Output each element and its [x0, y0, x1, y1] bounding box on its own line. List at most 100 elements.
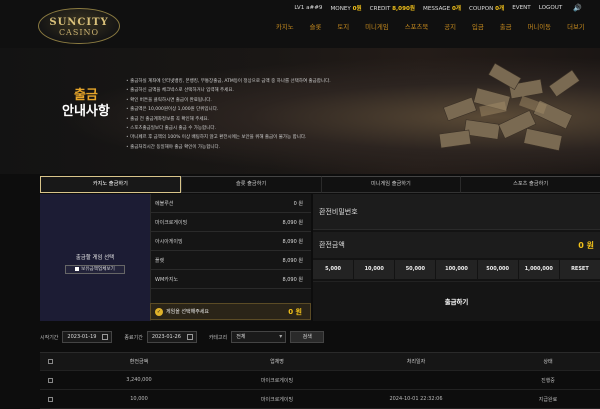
- cell-status: 지급완료: [538, 396, 558, 403]
- message-link[interactable]: MESSAGE 0개: [423, 4, 461, 12]
- game-name: 에볼루션: [155, 200, 174, 207]
- search-button[interactable]: 검색: [290, 331, 325, 343]
- quick-amount-button[interactable]: 1,000,000: [518, 260, 559, 279]
- game-name: 플렛: [155, 257, 165, 264]
- chevron-down-icon: ▾: [279, 333, 283, 340]
- speaker-icon[interactable]: 🔊: [573, 4, 582, 12]
- selected-game-label: 게임을 선택해주세요: [166, 309, 209, 315]
- category-select[interactable]: 전체 ▾: [231, 331, 287, 343]
- withdraw-button[interactable]: 출금하기: [313, 281, 600, 321]
- notice-item: 스포츠출금일보다 출금시 출금 수 가능합니다.: [126, 124, 331, 133]
- coin-icon: ✓: [155, 307, 163, 316]
- col-amount: 환전금액: [129, 359, 149, 365]
- money-pile-image: [438, 62, 580, 151]
- withdraw-form: 환전비밀번호 환전금액 0 원 5,000 10,000 50,000 100,…: [313, 194, 600, 321]
- tab-casino[interactable]: 카지노 출금하기: [40, 176, 181, 193]
- cell-date: 2024-10-01 22:32:06: [389, 396, 443, 402]
- quick-amount-buttons: 5,000 10,000 50,000 100,000 500,000 1,00…: [313, 260, 600, 279]
- event-link[interactable]: EVENT: [512, 5, 531, 11]
- nav-item[interactable]: 미니게임: [357, 20, 397, 34]
- header: SUNCITY CASINO LV1 a##9 MONEY 0원 CREDIT …: [0, 0, 600, 48]
- password-label: 환전비밀번호: [319, 208, 358, 216]
- page: SUNCITY CASINO LV1 a##9 MONEY 0원 CREDIT …: [0, 0, 600, 409]
- tab-minigame[interactable]: 미니게임 출금하기: [320, 176, 461, 193]
- nav-item[interactable]: 입금: [464, 20, 492, 34]
- notice-item: 출금하신 금액을 체크박스로 선택하거나 입력해 주세요.: [126, 86, 331, 95]
- notice-item: 출금처리시간 동일해야 출금 확인이 가능합니다.: [126, 143, 331, 152]
- nav-item[interactable]: 카지노: [268, 20, 302, 34]
- tab-slot[interactable]: 슬롯 출금하기: [180, 176, 321, 193]
- cell-vendor: 마이크로게이밍: [260, 377, 294, 384]
- quick-amount-button[interactable]: 50,000: [395, 260, 436, 279]
- history-table: 환전금액 업체명 처리일자 상태 3,240,000 마이크로게이밍 진행중 1…: [40, 352, 600, 409]
- history-filter: 시작기간 2023-01-19 종료기간 2023-01-26 카테고리 전체 ▾…: [40, 330, 600, 344]
- banner: 출금 안내사항 출금하실 계좌에 인터넷뱅킹, 폰뱅킹, 무통장출금, ATM등…: [0, 48, 600, 174]
- start-date-input[interactable]: 2023-01-19: [62, 331, 113, 343]
- game-name: WM카지노: [155, 276, 179, 283]
- game-name: 마이크로게이밍: [155, 219, 188, 226]
- notice-item: 출금액은 10,000원이상 1,000원 단위입니다.: [126, 105, 331, 114]
- quick-amount-button[interactable]: 10,000: [354, 260, 395, 279]
- col-date: 처리일자: [406, 359, 426, 365]
- nav-item[interactable]: 출금: [492, 20, 520, 34]
- table-row: 3,240,000 마이크로게이밍 진행중: [40, 371, 600, 390]
- game-row[interactable]: 아시아게이밍 8,090 원: [151, 232, 311, 251]
- notice-list: 출금하실 계좌에 인터넷뱅킹, 폰뱅킹, 무통장출금, ATM등이 정상으로 금…: [126, 77, 331, 152]
- amount-label: 환전금액: [319, 241, 345, 249]
- logo-line1: SUNCITY: [49, 17, 109, 28]
- nav-item[interactable]: 토지: [329, 20, 357, 34]
- col-status: 상태: [543, 359, 553, 365]
- notice-item: 출금 전 출금계좌정보를 꼭 확인해 주세요.: [126, 115, 331, 124]
- money-info: MONEY 0원: [330, 6, 362, 12]
- nav-item[interactable]: 슬롯: [302, 20, 330, 34]
- nav-item[interactable]: 머니이동: [520, 20, 560, 34]
- amount-value: 0 원: [578, 241, 594, 250]
- calendar-icon: [186, 334, 193, 340]
- category-label: 카테고리: [208, 334, 228, 341]
- quick-amount-button[interactable]: 500,000: [477, 260, 518, 279]
- tab-sports[interactable]: 스포츠 출금하기: [460, 176, 600, 193]
- notice-item: 확인 버튼을 클릭하시면 출금이 완료됩니다.: [126, 96, 331, 105]
- reset-button[interactable]: RESET: [559, 260, 600, 279]
- calendar-icon: [102, 334, 109, 340]
- game-row[interactable]: WM카지노 8,090 원: [151, 270, 311, 289]
- logo-line2: CASINO: [58, 28, 100, 37]
- start-date-label: 시작기간: [40, 334, 59, 341]
- banner-title-1: 출금: [73, 88, 98, 103]
- logout-link[interactable]: LOGOUT: [539, 5, 563, 11]
- withdraw-tabs: 카지노 출금하기 슬롯 출금하기 미니게임 출금하기 스포츠 출금하기: [40, 176, 600, 193]
- top-bar: LV1 a##9 MONEY 0원 CREDIT 8,090원 MESSAGE …: [294, 2, 582, 14]
- game-row[interactable]: 플렛 8,090 원: [151, 251, 311, 270]
- quick-amount-button[interactable]: 5,000: [313, 260, 354, 279]
- select-all-checkbox[interactable]: [47, 359, 53, 364]
- end-date-input[interactable]: 2023-01-26: [146, 331, 197, 343]
- nav-item[interactable]: 스포츠북: [397, 20, 437, 34]
- banner-title-2: 안내사항: [62, 104, 110, 119]
- nav-item[interactable]: 더보기: [559, 20, 593, 34]
- password-field[interactable]: 환전비밀번호: [313, 194, 600, 230]
- cell-status: 진행중: [541, 377, 555, 384]
- checkbox-icon: [75, 266, 80, 271]
- cell-amount: 10,000: [130, 396, 148, 402]
- game-row[interactable]: 에볼루션 0 원: [151, 194, 311, 213]
- selected-game-total: ✓ 게임을 선택해주세요 0 원: [150, 303, 311, 320]
- selected-game-value: 0 원: [288, 307, 302, 316]
- row-checkbox[interactable]: [47, 396, 53, 402]
- game-row[interactable]: 마이크로게이밍 8,090 원: [151, 213, 311, 232]
- table-row: 10,000 마이크로게이밍 2024-10-01 22:32:06 지급완료: [40, 390, 600, 409]
- cell-vendor: 마이크로게이밍: [260, 396, 294, 403]
- game-amount: 8,090 원: [282, 219, 303, 226]
- table-header: 환전금액 업체명 처리일자 상태: [40, 352, 600, 371]
- credit-info: CREDIT 8,090원: [369, 6, 415, 12]
- logo[interactable]: SUNCITY CASINO: [38, 8, 120, 44]
- show-balance-button[interactable]: 보유금액업체보기: [65, 265, 125, 274]
- main-nav: 카지노 슬롯 토지 미니게임 스포츠북 공지 입금 출금 머니이동 더보기: [268, 20, 593, 34]
- game-list: 에볼루션 0 원 마이크로게이밍 8,090 원 아시아게이밍 8,090 원 플렛 8…: [150, 194, 311, 321]
- coupon-link[interactable]: COUPON 0개: [469, 4, 504, 12]
- game-amount: 8,090 원: [282, 238, 303, 245]
- col-vendor: 업체명: [270, 359, 284, 365]
- quick-amount-button[interactable]: 100,000: [436, 260, 477, 279]
- game-amount: 8,090 원: [282, 257, 303, 264]
- row-checkbox[interactable]: [47, 377, 53, 383]
- nav-item[interactable]: 공지: [436, 20, 464, 34]
